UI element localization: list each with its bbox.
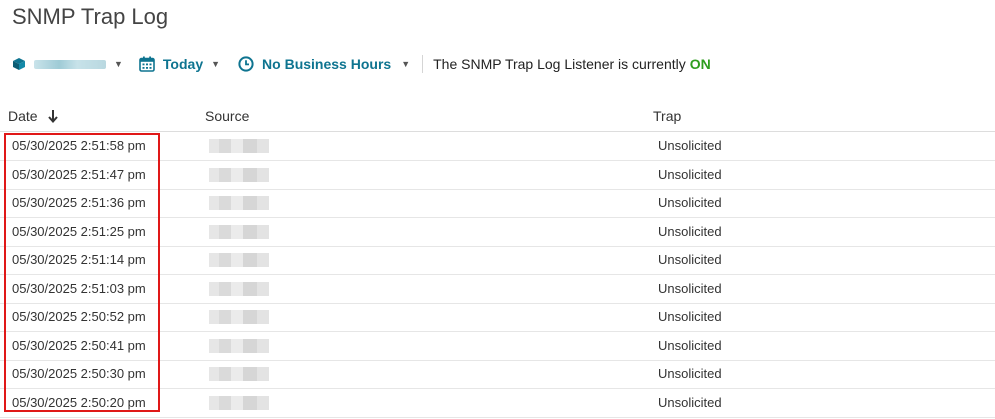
toolbar-divider xyxy=(422,55,424,73)
source-cell xyxy=(205,396,277,410)
device-filter-value xyxy=(34,59,106,69)
date-filter-label: Today xyxy=(162,56,204,72)
trap-cell: Unsolicited xyxy=(658,167,722,182)
cube-icon xyxy=(13,58,25,70)
arrow-down-icon[interactable] xyxy=(47,109,59,124)
source-cell xyxy=(205,225,277,239)
source-cell xyxy=(205,253,277,267)
listener-status-text: The SNMP Trap Log Listener is currently xyxy=(433,56,686,72)
clock-icon xyxy=(238,56,254,72)
date-column-highlight xyxy=(4,133,160,412)
source-cell xyxy=(205,168,277,182)
listener-status-badge: ON xyxy=(689,56,711,72)
column-header-source[interactable]: Source xyxy=(205,108,249,132)
source-cell xyxy=(205,196,277,210)
hours-filter-dropdown[interactable]: No Business Hours ▼ xyxy=(238,56,410,72)
trap-cell: Unsolicited xyxy=(658,281,722,296)
trap-cell: Unsolicited xyxy=(658,252,722,267)
trap-cell: Unsolicited xyxy=(658,224,722,239)
date-filter-dropdown[interactable]: Today ▼ xyxy=(139,56,220,72)
trap-cell: Unsolicited xyxy=(658,338,722,353)
chevron-down-icon[interactable]: ▼ xyxy=(114,59,123,69)
trap-cell: Unsolicited xyxy=(658,395,722,410)
hours-filter-label: No Business Hours xyxy=(262,56,392,72)
page-title: SNMP Trap Log xyxy=(12,4,169,29)
chevron-down-icon[interactable]: ▼ xyxy=(211,59,220,69)
source-cell xyxy=(205,310,277,324)
chevron-down-icon[interactable]: ▼ xyxy=(401,59,410,69)
trap-cell: Unsolicited xyxy=(658,138,722,153)
source-cell xyxy=(205,339,277,353)
device-filter-dropdown[interactable]: ▼ xyxy=(12,57,123,71)
source-cell xyxy=(205,282,277,296)
column-header-trap[interactable]: Trap xyxy=(653,108,681,132)
source-cell xyxy=(205,139,277,153)
trap-cell: Unsolicited xyxy=(658,309,722,324)
column-header-date-label: Date xyxy=(8,108,38,124)
trap-cell: Unsolicited xyxy=(658,366,722,381)
filter-toolbar: ▼ Today ▼ No Business Hours ▼ The SNMP T… xyxy=(12,52,711,76)
column-header-date[interactable]: Date xyxy=(8,108,59,132)
source-cell xyxy=(205,367,277,381)
trap-cell: Unsolicited xyxy=(658,195,722,210)
calendar-icon xyxy=(139,56,155,72)
